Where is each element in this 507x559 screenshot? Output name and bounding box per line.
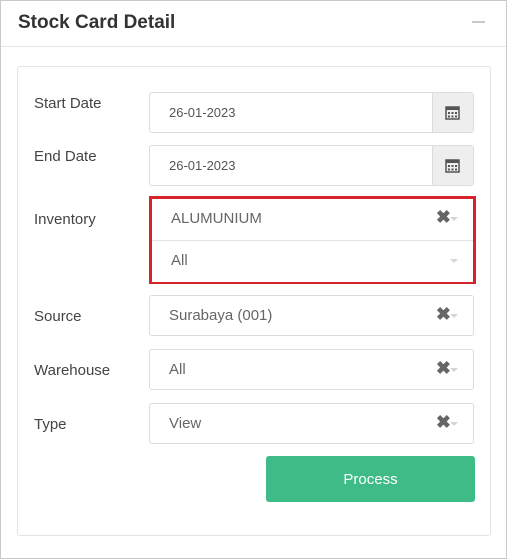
source-label: Source (34, 308, 82, 325)
inventory-sub-value: All (171, 252, 188, 269)
type-label: Type (34, 416, 67, 433)
panel-header: Stock Card Detail (1, 1, 506, 47)
type-select[interactable]: View ✖ (149, 403, 474, 444)
inventory-value: ALUMUNIUM (171, 210, 262, 227)
start-date-field[interactable]: 26-01-2023 (149, 92, 474, 133)
chevron-down-icon (450, 422, 458, 426)
start-date-label: Start Date (34, 95, 102, 112)
inventory-highlight: ALUMUNIUM ✖ All (149, 196, 476, 284)
source-select[interactable]: Surabaya (001) ✖ (149, 295, 474, 336)
type-value: View (169, 415, 202, 432)
calendar-icon (445, 159, 460, 173)
end-date-field[interactable]: 26-01-2023 (149, 145, 474, 186)
inventory-select[interactable]: ALUMUNIUM ✖ (152, 199, 473, 241)
chevron-down-icon (450, 217, 458, 221)
chevron-down-icon (450, 259, 458, 263)
end-date-value: 26-01-2023 (169, 158, 236, 173)
source-value: Surabaya (001) (169, 307, 273, 324)
inventory-sub-select[interactable]: All (152, 241, 473, 282)
process-button-label: Process (343, 470, 398, 488)
chevron-down-icon (450, 368, 458, 372)
start-date-value: 26-01-2023 (169, 105, 236, 120)
panel-title: Stock Card Detail (18, 12, 176, 33)
calendar-icon (445, 106, 460, 120)
clear-icon[interactable]: ✖ (436, 208, 451, 226)
end-date-calendar-button[interactable] (432, 146, 473, 185)
clear-icon[interactable]: ✖ (436, 359, 451, 377)
clear-icon[interactable]: ✖ (436, 413, 451, 431)
end-date-label: End Date (34, 148, 97, 165)
warehouse-select[interactable]: All ✖ (149, 349, 474, 390)
warehouse-label: Warehouse (34, 362, 111, 379)
warehouse-value: All (169, 361, 186, 378)
stock-card-panel: Stock Card Detail Start Date 26-01-2023 … (0, 0, 507, 559)
process-button[interactable]: Process (266, 456, 475, 502)
start-date-calendar-button[interactable] (432, 93, 473, 132)
clear-icon[interactable]: ✖ (436, 305, 451, 323)
inventory-label: Inventory (34, 211, 96, 228)
minus-icon[interactable] (472, 21, 485, 23)
chevron-down-icon (450, 314, 458, 318)
